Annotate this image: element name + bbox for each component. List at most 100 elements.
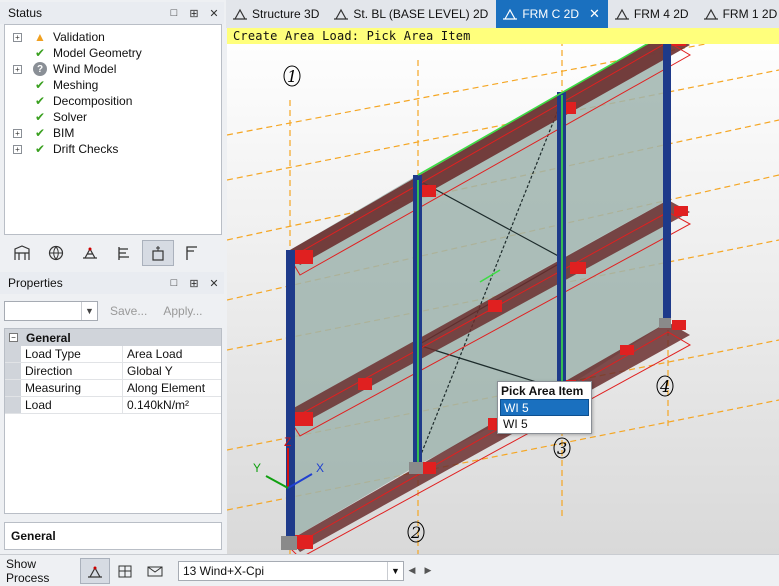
- tab-label: St. BL (BASE LEVEL) 2D: [353, 7, 489, 21]
- results-tool-button[interactable]: [108, 240, 140, 266]
- check-icon: ✔: [34, 126, 46, 140]
- property-value[interactable]: 0.140kN/m²: [123, 397, 221, 413]
- close-icon[interactable]: ✕: [589, 6, 600, 22]
- property-value[interactable]: Global Y: [123, 363, 221, 379]
- tab-label: FRM 1 2D: [722, 7, 778, 21]
- app-window: Status □ ⊞ ✕ + ▲ Validation ✔ Model Geometry…: [0, 0, 779, 586]
- tab-label: FRM 4 2D: [633, 7, 689, 21]
- status-tree-label: Decomposition: [53, 94, 133, 108]
- previous-icon[interactable]: ◀: [404, 565, 420, 576]
- question-icon: ?: [33, 62, 47, 76]
- load-case-value: 13 Wind+X-Cpi: [183, 563, 265, 578]
- property-key: Direction: [21, 363, 123, 379]
- check-icon: ✔: [34, 46, 46, 60]
- preset-dropdown[interactable]: ▼: [4, 301, 98, 321]
- frame-view-icon: [503, 8, 518, 20]
- process-toggle-button[interactable]: [80, 557, 110, 584]
- properties-panel-header: Properties □ ⊞ ✕: [0, 272, 224, 294]
- property-row[interactable]: Measuring Along Element: [5, 380, 221, 397]
- drift-tool-button[interactable]: [176, 240, 208, 266]
- message-button[interactable]: [140, 558, 170, 584]
- building-tool-button[interactable]: [6, 240, 38, 266]
- load-case-dropdown[interactable]: 13 Wind+X-Cpi ▼: [178, 560, 404, 581]
- expand-icon[interactable]: +: [13, 144, 22, 154]
- property-value[interactable]: Along Element: [123, 380, 221, 396]
- property-row[interactable]: Load Type Area Load: [5, 346, 221, 363]
- property-row[interactable]: Load 0.140kN/m²: [5, 397, 221, 414]
- status-tree-label: Solver: [53, 110, 88, 124]
- chevron-down-icon: ▼: [387, 561, 403, 580]
- status-tree: + ▲ Validation ✔ Model Geometry +? Wind Model ✔…: [4, 24, 222, 235]
- envelope-icon: [147, 566, 163, 576]
- axis-label-y: Y: [253, 461, 261, 475]
- mesh-tool-button[interactable]: [74, 240, 106, 266]
- property-row[interactable]: Direction Global Y: [5, 363, 221, 380]
- grid-label-1: 1: [287, 67, 297, 86]
- frame-view-icon: [703, 8, 718, 20]
- close-icon[interactable]: ✕: [204, 277, 224, 290]
- property-section-header[interactable]: − General: [5, 329, 221, 346]
- collapse-icon[interactable]: −: [9, 333, 18, 342]
- check-icon: ✔: [34, 110, 46, 124]
- tab-frame-view[interactable]: FRM C 2D ✕: [496, 0, 608, 28]
- property-section-title: General: [26, 330, 71, 345]
- tab-frame-view[interactable]: FRM 1 2D: [697, 0, 779, 28]
- status-tree-label: Meshing: [53, 78, 99, 92]
- pick-item[interactable]: WI 5: [500, 416, 589, 433]
- tab-label: FRM C 2D: [522, 7, 579, 21]
- tab-frame-view[interactable]: Structure 3D: [226, 0, 327, 28]
- frame-view-icon: [614, 8, 629, 20]
- restore-icon[interactable]: □: [164, 7, 184, 19]
- status-tree-label: BIM: [53, 126, 75, 140]
- frame-model-view[interactable]: 1 2 3 4 Z X Y: [227, 28, 779, 554]
- pick-item[interactable]: WI 5: [500, 399, 589, 416]
- restore-icon[interactable]: □: [164, 277, 184, 289]
- grid-label-4: 4: [659, 377, 670, 396]
- check-icon: ✔: [34, 142, 46, 156]
- status-panel-header: Status □ ⊞ ✕: [0, 2, 224, 24]
- row-gutter: [5, 363, 21, 379]
- show-process-label: Show Process: [6, 556, 50, 585]
- wind-tool-button[interactable]: [40, 240, 72, 266]
- expand-icon[interactable]: +: [13, 64, 22, 74]
- save-button[interactable]: Save...: [110, 304, 147, 318]
- pin-icon[interactable]: ⊞: [184, 277, 204, 290]
- property-value[interactable]: Area Load: [123, 346, 221, 362]
- pick-popup-title: Pick Area Item: [501, 384, 584, 398]
- pin-icon[interactable]: ⊞: [184, 7, 204, 20]
- expand-icon[interactable]: +: [13, 128, 22, 138]
- property-grid: − General Load Type Area Load Direction Glo…: [4, 328, 222, 514]
- tab-frame-view[interactable]: St. BL (BASE LEVEL) 2D: [327, 0, 496, 28]
- close-icon[interactable]: ✕: [204, 7, 224, 20]
- bottom-toolbar: Show Process 13 Wind+X-Cpi ▼ ◀ ▶: [0, 554, 779, 586]
- building-icon: [14, 245, 30, 260]
- row-gutter: [5, 346, 21, 362]
- row-gutter: [5, 397, 21, 413]
- status-panel-title: Status: [8, 6, 43, 20]
- results-icon: [118, 247, 129, 260]
- chevron-down-icon: ▼: [81, 302, 97, 320]
- property-rows: Load Type Area Load Direction Global Y Measu…: [5, 346, 221, 414]
- status-tree-label: Drift Checks: [53, 142, 119, 156]
- warning-icon: ▲: [34, 30, 46, 44]
- mesh-icon: [83, 247, 97, 259]
- axis-label-x: X: [316, 461, 324, 475]
- frame-view-icon: [233, 8, 247, 20]
- tab-frame-view[interactable]: FRM 4 2D: [608, 0, 697, 28]
- model-viewport[interactable]: 1 2 3 4 Z X Y: [227, 28, 779, 554]
- wind-globe-icon: [48, 245, 64, 261]
- axis-label-z: Z: [284, 435, 291, 449]
- expand-icon[interactable]: +: [13, 32, 22, 42]
- row-gutter: [5, 380, 21, 396]
- bim-tool-button[interactable]: [142, 240, 174, 266]
- grid-label-2: 2: [410, 523, 421, 542]
- next-icon[interactable]: ▶: [420, 565, 436, 576]
- status-tree-label: Wind Model: [53, 62, 117, 76]
- mesh-icon: [118, 565, 132, 577]
- mesh-view-button[interactable]: [110, 558, 140, 584]
- tab-label: Structure 3D: [252, 7, 320, 21]
- property-key: Measuring: [21, 380, 123, 396]
- apply-button[interactable]: Apply...: [163, 304, 202, 318]
- bim-icon: [152, 246, 164, 261]
- status-tree-label: Model Geometry: [53, 46, 142, 60]
